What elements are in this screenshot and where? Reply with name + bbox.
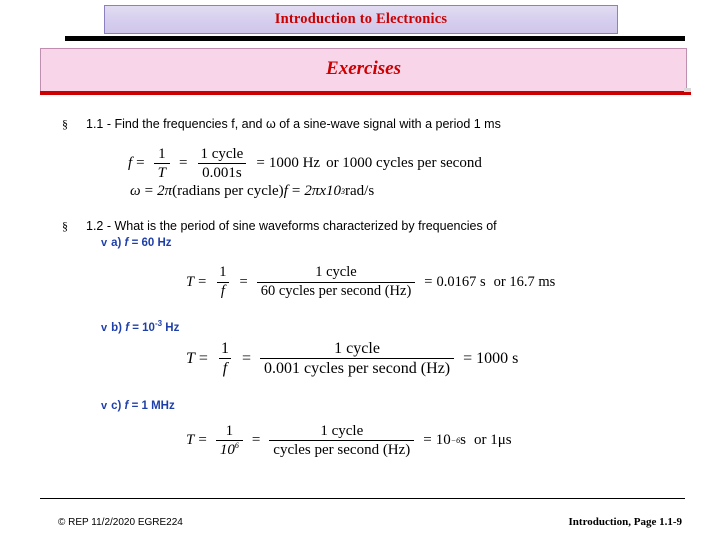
slide: Introduction to Electronics Exercises § … [0,0,720,540]
eq1-result: 1000 Hz [268,155,321,172]
diamond-icon-c: v [101,400,108,412]
footer-copyright: © REP 11/2/2020 EGRE224 [58,517,183,528]
eqc-fraction-2: 1 cycle cycles per second (Hz) [269,423,415,458]
footer-divider [40,498,685,499]
bullet-text-1-label: 1.1 - Find the frequencies f, and ω of a… [86,117,501,131]
eqa-lhs: T [186,273,195,290]
eqc-fraction-1: 1 106 [215,423,243,459]
footer-page-label: Introduction, Page 1.1-9 [568,516,682,528]
eqb-result: 1000 s [476,349,519,367]
equation-b: T = 1 f = 1 cycle 0.001 cycles per secon… [186,340,518,378]
eqb-frac1-denominator: f [218,358,232,377]
slide-title: Introduction to Electronics [274,11,448,27]
sub-bullet-b: v b) f = 10-3 Hz [101,319,179,334]
eqa-equals-3: = [424,273,433,290]
eqa-fraction-1: 1 f [215,264,230,300]
eq2-lhs: ω [130,183,141,199]
eqc-frac1-den-exponent: 6 [234,441,239,451]
sub-bullet-a-post: = 60 Hz [128,237,172,249]
eq1-fraction-1: 1 T [153,146,170,181]
sub-bullet-b-pre: b) [111,321,126,334]
bullet-marker-2: § [62,219,68,233]
eq1-lhs: f [128,155,133,172]
section-header-box: Exercises [40,48,687,92]
eqa-frac2-numerator: 1 cycle [315,264,357,280]
eq1-equals-2: = [178,155,188,172]
eqb-frac2-numerator: 1 cycle [334,340,380,357]
eqa-equals-2: = [239,273,248,290]
eq1-equals-1: = [136,155,145,172]
sub-bullet-c: v c) f = 1 MHz [101,400,175,412]
bullet-text-2-label: 1.2 - What is the period of sine wavefor… [86,219,497,233]
sub-bullet-c-post: = 1 MHz [128,400,175,412]
eq1-equals-3: = [256,155,265,172]
eqa-frac1-numerator: 1 [219,264,227,280]
eqc-lhs: T [186,432,195,449]
sub-bullet-a-pre: a) [111,237,125,249]
sub-bullet-a: v a) f = 60 Hz [101,237,172,249]
eqc-frac1-denominator: 106 [215,440,243,459]
eqc-frac1-numerator: 1 [225,423,234,439]
section-underline-rule [40,91,691,95]
title-underline-rule [65,36,685,41]
section-underline-shadow [684,88,691,92]
eq2-equals-2: = [291,183,301,199]
bullet-marker-1: § [62,117,68,131]
eqa-equals-1: = [198,273,207,290]
eq2-result: 2πx10 [304,183,342,199]
equation-a: T = 1 f = 1 cycle 60 cycles per second (… [186,264,556,300]
equation-1: f = 1 T = 1 cycle 0.001s = 1000 Hz or 10… [128,146,482,181]
eq2-equals-1: = [144,183,154,199]
equation-c: T = 1 106 = 1 cycle cycles per second (H… [186,423,512,458]
eqa-frac1-denominator: f [216,281,229,300]
eq1-frac1-numerator: 1 [158,146,166,162]
eqb-lhs: T [186,349,195,367]
eqa-fraction-2: 1 cycle 60 cycles per second (Hz) [256,264,416,300]
eqc-equals-3: = [423,432,432,449]
slide-title-banner: Introduction to Electronics [104,5,618,34]
diamond-icon-a: v [101,237,108,249]
eqb-equals-2: = [241,349,251,367]
eq1-fraction-2: 1 cycle 0.001s [196,146,247,181]
eqc-equals-2: = [251,432,261,449]
eqc-alternate-result: or 1μs [474,432,512,449]
eqa-alternate-result: or 16.7 ms [493,273,556,290]
eqc-equals-1: = [198,432,207,449]
eq2-paren-text: (radians per cycle) [172,183,284,199]
section-title: Exercises [326,58,401,79]
sub-bullet-b-post: = 10 [129,321,155,334]
sub-bullet-c-pre: c) [111,400,125,412]
eqc-frac2-denominator: cycles per second (Hz) [269,440,415,458]
eq1-frac2-numerator: 1 cycle [200,146,244,162]
eqb-frac1-numerator: 1 [220,340,229,357]
equation-2: ω = 2π (radians per cycle) f = 2πx10 3 r… [130,183,374,200]
diamond-icon-b: v [101,321,108,334]
eq1-alternate-result: or 1000 cycles per second [326,155,482,172]
eqb-equals-1: = [198,349,208,367]
eqb-frac2-denominator: 0.001 cycles per second (Hz) [259,358,455,377]
eqc-frac1-den-base: 10 [219,442,235,459]
eq1-frac2-denominator: 0.001s [198,163,246,181]
eqb-equals-3: = [463,349,473,367]
eqc-result-unit: s [460,432,467,449]
sub-bullet-b-unit: Hz [162,321,180,334]
bullet-text-1: 1.1 - Find the frequencies f, and ω of a… [86,117,501,131]
eqb-fraction-2: 1 cycle 0.001 cycles per second (Hz) [259,340,455,378]
eqb-fraction-1: 1 f [217,340,233,378]
eqc-result: 10 [435,432,451,449]
eqa-result: 0.0167 s [436,273,486,290]
bullet-text-2: 1.2 - What is the period of sine wavefor… [86,219,497,233]
eq2-result-unit: rad/s [345,183,375,199]
eq2-coefficient: 2π [157,183,173,199]
eq1-frac1-denominator: T [153,163,170,181]
eqc-frac2-numerator: 1 cycle [320,423,364,439]
eqc-result-exponent: −6 [450,436,461,446]
eqa-frac2-denominator: 60 cycles per second (Hz) [256,281,416,300]
sub-bullet-b-exponent: -3 [154,319,163,328]
eq2-variable: f [283,183,288,199]
